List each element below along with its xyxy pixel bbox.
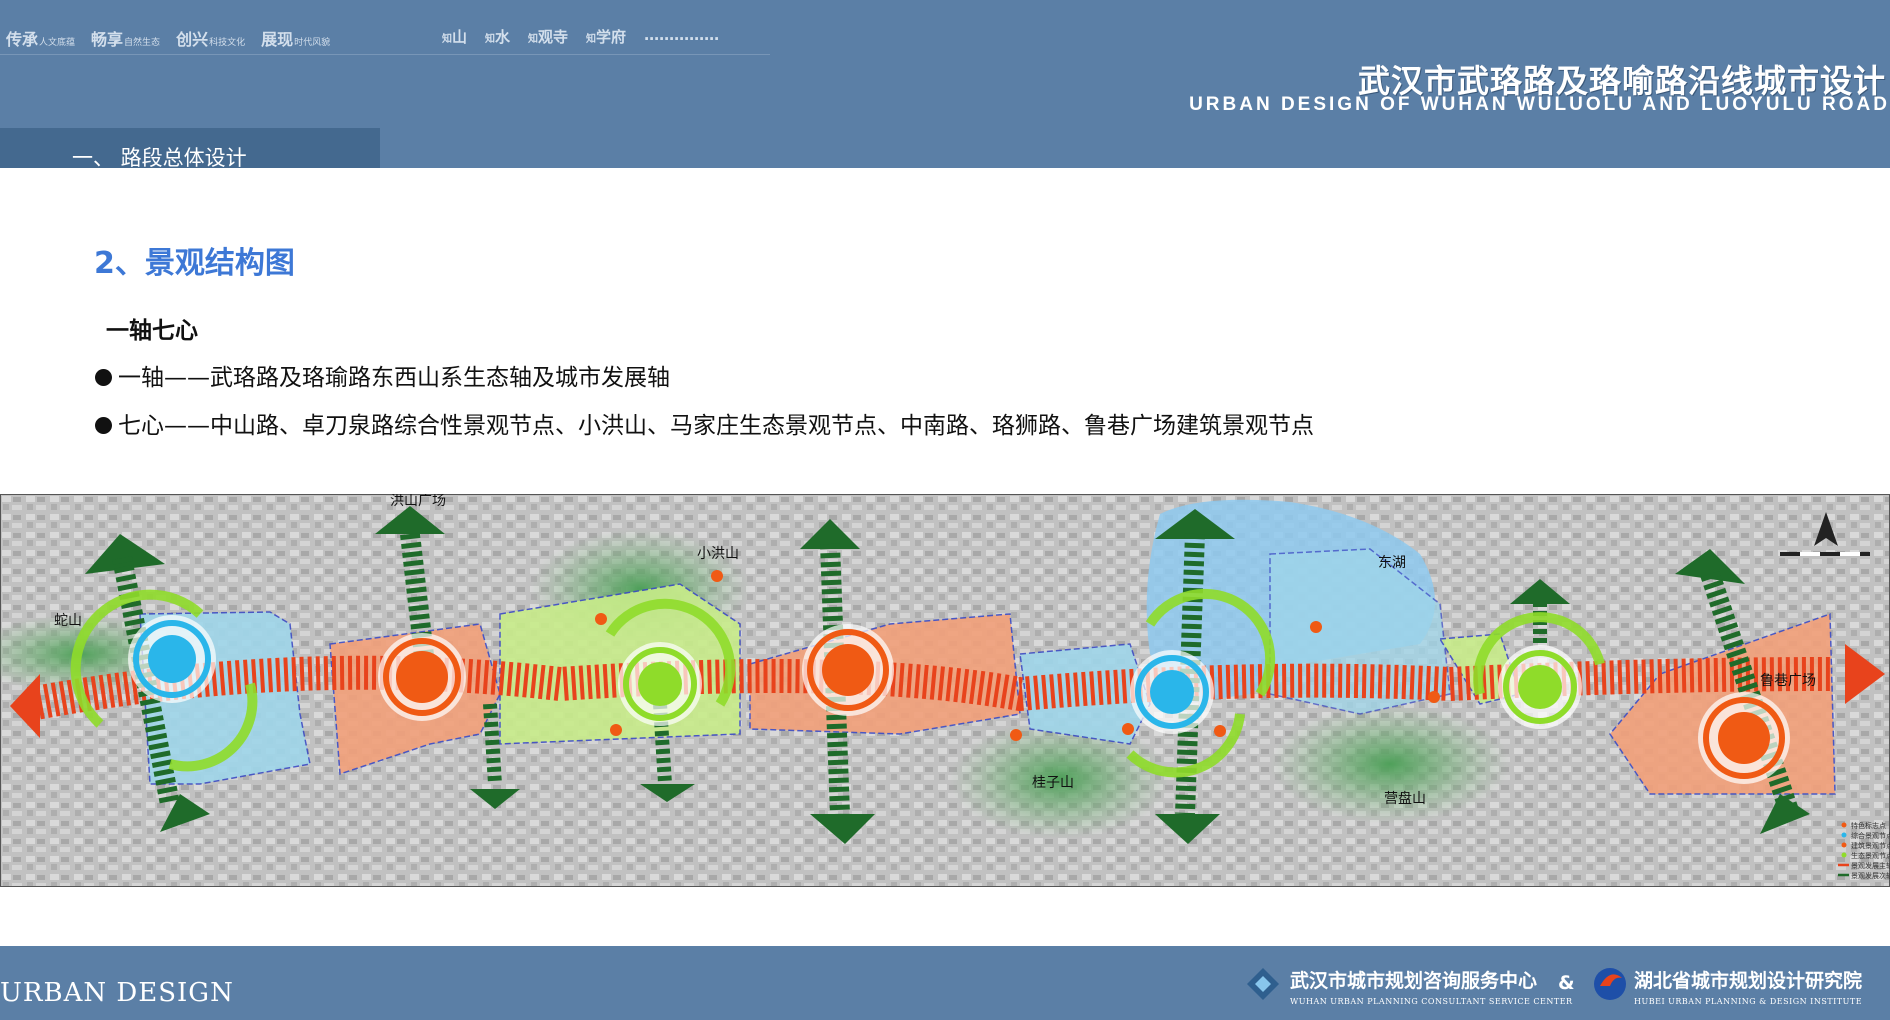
label-east-lake: 东湖 — [1378, 555, 1406, 571]
landscape-structure-map: 蛇山 洪山广场 小洪山 东湖 桂子山 营盘山 鲁巷广场 特色标志点 综合景观节点… — [0, 494, 1890, 887]
project-title-en: URBAN DESIGN OF WUHAN WULUOLU AND LUOYUL… — [1189, 94, 1890, 115]
nav2-item-academy[interactable]: 知学府 — [586, 26, 626, 47]
nav2-item-water[interactable]: 知水 — [485, 26, 510, 47]
legend-secondary-axis: 景观发展次轴 — [1851, 871, 1890, 880]
bullet-axis: 一轴——武珞路及珞瑜路东西山系生态轴及城市发展轴 — [95, 358, 670, 392]
org1-name-en: WUHAN URBAN PLANNING CONSULTANT SERVICE … — [1290, 997, 1573, 1006]
org1-logo-icon — [1247, 968, 1279, 1000]
top-nav: 传承人文底蕴 畅享自然生态 创兴科技文化 展现时代风貌 — [6, 26, 330, 50]
nav2-item-mountain[interactable]: 知山 — [442, 26, 467, 47]
label-guizi-shan: 桂子山 — [1032, 775, 1074, 791]
blue-node-zhuodaoquan — [1130, 650, 1214, 734]
nav-item-innovate[interactable]: 创兴科技文化 — [176, 26, 245, 50]
org1-name-cn: 武汉市城市规划咨询服务中心 — [1290, 970, 1538, 992]
nav-divider — [0, 54, 770, 55]
bullet-dot-icon — [95, 417, 112, 434]
label-luxiang-square: 鲁巷广场 — [1760, 673, 1816, 689]
org2: 湖北省城市规划设计研究院 HUBEI URBAN PLANNING & DESI… — [1634, 966, 1862, 1006]
bullet-centers-text: 七心——中山路、卓刀泉路综合性景观节点、小洪山、马家庄生态景观节点、中南路、珞狮… — [118, 413, 1314, 439]
bullet-dot-icon — [95, 369, 112, 386]
legend-main-axis: 景观发展主轴 — [1851, 861, 1890, 870]
nav2-item-more[interactable]: …………… — [644, 26, 719, 47]
org2-name-en: HUBEI URBAN PLANNING & DESIGN INSTITUTE — [1634, 997, 1863, 1006]
bullet-axis-text: 一轴——武珞路及珞瑜路东西山系生态轴及城市发展轴 — [118, 365, 670, 391]
orange-node-luxiang — [1698, 692, 1790, 784]
orange-node-hongshan-square — [378, 633, 466, 721]
structure-subtitle: 一轴七心 — [106, 317, 198, 344]
nav-item-display[interactable]: 展现时代风貌 — [261, 26, 330, 50]
nav-item-enjoy[interactable]: 畅享自然生态 — [91, 26, 160, 50]
legend-landmark: 特色标志点 — [1851, 821, 1886, 830]
label-yingpan-shan: 营盘山 — [1384, 790, 1426, 807]
org-ampersand: & — [1558, 972, 1575, 994]
nav2-item-temple[interactable]: 知观寺 — [528, 26, 568, 47]
green-node-majiazhuang — [1498, 645, 1582, 729]
org2-logo-icon — [1594, 968, 1626, 1000]
legend-comprehensive-node: 综合景观节点 — [1851, 831, 1890, 840]
orange-node-zhongnan — [802, 624, 894, 716]
org2-name-cn: 湖北省城市规划设计研究院 — [1634, 970, 1863, 992]
secondary-nav: 知山 知水 知观寺 知学府 …………… — [442, 26, 719, 47]
green-node-xiao-hongshan — [618, 642, 702, 726]
blue-node-zhongshan — [128, 615, 216, 703]
legend-architectural-node: 建筑景观节点 — [1851, 841, 1890, 850]
footer-brand: URBAN DESIGN — [0, 978, 234, 1008]
legend-ecological-node: 生态景观节点 — [1851, 851, 1890, 860]
page-heading: 2、景观结构图 — [94, 246, 295, 281]
scale-bar — [1780, 552, 1870, 556]
org1: 武汉市城市规划咨询服务中心 WUHAN URBAN PLANNING CONSU… — [1290, 966, 1573, 1006]
label-she-shan: 蛇山 — [54, 613, 82, 629]
label-xiao-hongshan: 小洪山 — [697, 546, 739, 562]
section-label: 一、 路段总体设计 — [72, 146, 247, 170]
bullet-centers: 七心——中山路、卓刀泉路综合性景观节点、小洪山、马家庄生态景观节点、中南路、珞狮… — [95, 406, 1314, 440]
nav-item-inherit[interactable]: 传承人文底蕴 — [6, 26, 75, 50]
label-hongshan-square: 洪山广场 — [390, 494, 446, 509]
